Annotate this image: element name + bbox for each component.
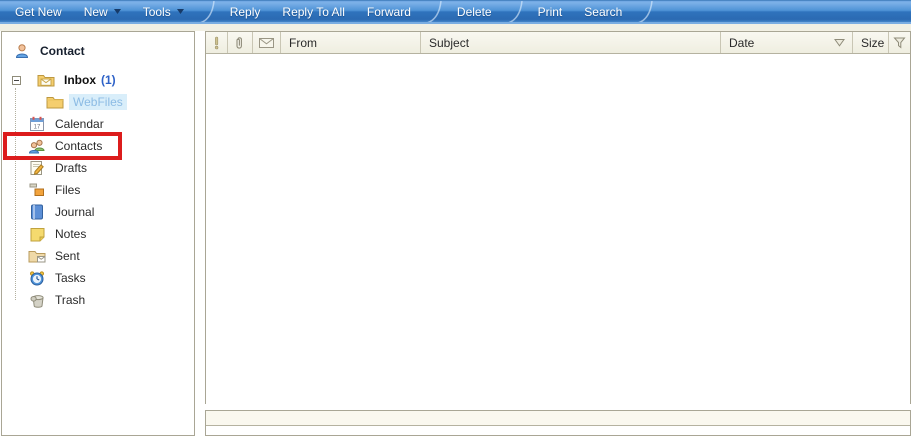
sidebar-item-contacts[interactable]: Contacts [2, 132, 194, 160]
column-subject[interactable]: Subject [421, 32, 721, 53]
column-from-label: From [289, 35, 317, 50]
sidebar-item-journal[interactable]: Journal [2, 201, 194, 223]
sidebar-item-drafts-label: Drafts [55, 161, 88, 175]
filter-icon [893, 37, 906, 49]
forward-button-label: Forward [366, 4, 411, 19]
sidebar-item-files-label: Files [55, 183, 81, 197]
exclamation-icon [213, 36, 220, 50]
folder-icon [46, 94, 64, 110]
tasks-icon [28, 270, 46, 286]
sidebar-item-inbox-label: Inbox [64, 73, 96, 87]
column-date[interactable]: Date [721, 32, 853, 53]
trash-icon [28, 292, 46, 308]
get-new-button[interactable]: Get New [4, 1, 73, 23]
column-date-label: Date [729, 35, 755, 50]
chevron-down-icon [113, 9, 121, 14]
sidebar-item-tasks-label: Tasks [55, 271, 86, 285]
delete-button-label: Delete [456, 4, 492, 19]
sidebar-item-contacts-label: Contacts [55, 139, 103, 153]
sidebar-item-files[interactable]: Files [2, 179, 194, 201]
new-button[interactable]: New [73, 1, 132, 23]
contacts-icon [28, 138, 46, 154]
person-icon [14, 43, 30, 59]
toolbar: Get New New Tools Reply Reply To All Forward D… [0, 0, 911, 23]
chevron-down-icon [176, 9, 184, 14]
preview-pane-header [206, 411, 910, 426]
column-subject-label: Subject [429, 35, 470, 50]
new-button-label: New [83, 4, 108, 19]
toolbar-group-separator [636, 0, 654, 23]
calendar-icon: 17 [28, 116, 46, 132]
print-button-label: Print [537, 4, 563, 19]
toolbar-group-separator [425, 0, 443, 23]
column-attachment[interactable] [228, 32, 253, 53]
print-button[interactable]: Print [527, 1, 574, 23]
svg-text:17: 17 [34, 125, 41, 131]
message-list-panel: From Subject Date Size [205, 31, 911, 404]
column-filter[interactable] [889, 32, 910, 53]
sidebar-item-drafts[interactable]: Drafts [2, 157, 194, 179]
sent-icon [28, 248, 46, 264]
search-button[interactable]: Search [573, 1, 633, 23]
sidebar-title: Contact [40, 44, 85, 58]
sidebar-item-journal-label: Journal [55, 205, 95, 219]
sidebar-item-calendar-label: Calendar [55, 117, 104, 131]
tools-button[interactable]: Tools [132, 1, 195, 23]
sidebar-item-sent-label: Sent [55, 249, 80, 263]
sidebar-item-webfiles-label: WebFiles [69, 94, 127, 110]
sidebar-item-trash-label: Trash [55, 293, 86, 307]
sidebar-header: Contact [2, 32, 194, 63]
sidebar-item-notes[interactable]: Notes [2, 223, 194, 245]
sidebar-tree: Inbox (1) WebFiles 17 Calendar Contacts Drafts… [2, 69, 194, 311]
sidebar-item-webfiles[interactable]: WebFiles [2, 91, 194, 113]
message-list-body[interactable] [206, 54, 910, 404]
message-list-header: From Subject Date Size [206, 32, 910, 54]
sidebar-item-inbox[interactable]: Inbox (1) [2, 69, 194, 91]
column-priority[interactable] [206, 32, 228, 53]
journal-icon [28, 204, 46, 220]
column-size[interactable]: Size [853, 32, 889, 53]
preview-pane [205, 410, 911, 436]
notes-icon [28, 226, 46, 242]
reply-to-all-button-label: Reply To All [282, 4, 345, 19]
delete-button[interactable]: Delete [446, 1, 503, 23]
unread-count: (1) [101, 73, 116, 87]
reply-button-label: Reply [229, 4, 261, 19]
search-button-label: Search [584, 4, 623, 19]
toolbar-group-separator [506, 0, 524, 23]
inbox-icon [37, 72, 55, 88]
sort-descending-icon [834, 38, 845, 47]
forward-button[interactable]: Forward [356, 1, 422, 23]
column-read-status[interactable] [253, 32, 281, 53]
sidebar-panel: Contact Inbox (1) WebFiles 17 Calendar Contac… [1, 31, 195, 436]
column-from[interactable]: From [281, 32, 421, 53]
sidebar-item-notes-label: Notes [55, 227, 87, 241]
get-new-button-label: Get New [15, 4, 62, 19]
tools-button-label: Tools [142, 4, 171, 19]
drafts-icon [28, 160, 46, 176]
sidebar-item-trash[interactable]: Trash [2, 289, 194, 311]
files-icon [28, 182, 46, 198]
sidebar-item-sent[interactable]: Sent [2, 245, 194, 267]
sidebar-item-tasks[interactable]: Tasks [2, 267, 194, 289]
reply-to-all-button[interactable]: Reply To All [271, 1, 355, 23]
toolbar-group-separator [198, 0, 216, 23]
reply-button[interactable]: Reply [219, 1, 272, 23]
collapse-icon[interactable] [7, 72, 25, 88]
paperclip-icon [234, 36, 246, 50]
sidebar-item-calendar[interactable]: 17 Calendar [2, 113, 194, 135]
envelope-icon [259, 37, 274, 48]
column-size-label: Size [861, 35, 885, 50]
page-background-strip [0, 24, 911, 31]
